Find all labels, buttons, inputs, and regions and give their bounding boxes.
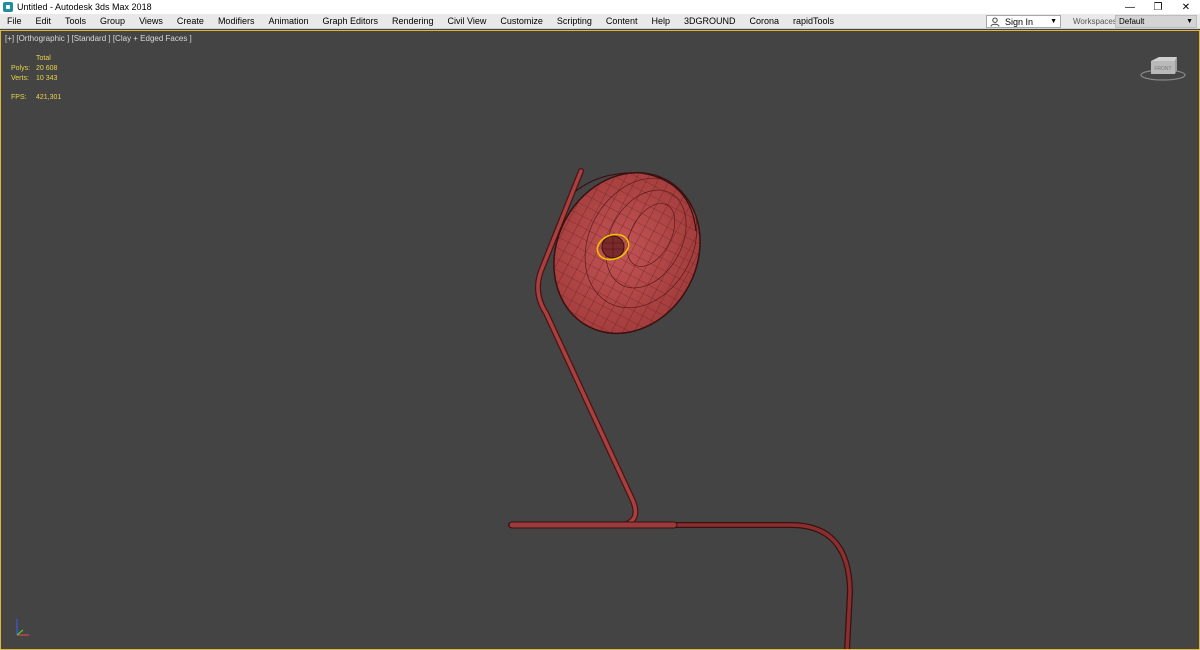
menu-file[interactable]: File [0, 16, 29, 26]
chevron-down-icon: ▼ [1050, 18, 1057, 25]
menu-bar: File Edit Tools Group Views Create Modif… [0, 14, 1200, 29]
lamp-base[interactable] [508, 521, 854, 650]
menu-tools[interactable]: Tools [58, 16, 93, 26]
sign-in-label: Sign In [1005, 16, 1034, 27]
menu-modifiers[interactable]: Modifiers [211, 16, 262, 26]
menu-graph-editors[interactable]: Graph Editors [315, 16, 385, 26]
window-title: Untitled - Autodesk 3ds Max 2018 [17, 2, 152, 12]
sign-in-dropdown[interactable]: Sign In ▼ [986, 15, 1061, 28]
user-icon [990, 16, 1002, 28]
menu-animation[interactable]: Animation [261, 16, 315, 26]
axis-gizmo-icon [11, 615, 35, 639]
menu-content[interactable]: Content [599, 16, 645, 26]
menu-group[interactable]: Group [93, 16, 132, 26]
menu-civil-view[interactable]: Civil View [441, 16, 494, 26]
menu-corona[interactable]: Corona [742, 16, 786, 26]
menu-rapidtools[interactable]: rapidTools [786, 16, 841, 26]
menu-edit[interactable]: Edit [29, 16, 59, 26]
chevron-down-icon: ▼ [1186, 18, 1193, 25]
app-icon [3, 2, 13, 12]
workspaces-value: Default [1119, 17, 1145, 26]
menu-help[interactable]: Help [644, 16, 677, 26]
viewport-orthographic[interactable]: [+] [Orthographic ] [Standard ] [Clay + … [0, 30, 1200, 650]
menu-views[interactable]: Views [132, 16, 170, 26]
workspaces-select[interactable]: Default ▼ [1115, 15, 1197, 28]
scene-canvas[interactable] [1, 31, 1200, 650]
menu-create[interactable]: Create [170, 16, 211, 26]
title-bar: Untitled - Autodesk 3ds Max 2018 — ❐ ✕ [0, 0, 1200, 14]
lamp-shade[interactable] [526, 147, 728, 359]
menu-scripting[interactable]: Scripting [550, 16, 599, 26]
menu-customize[interactable]: Customize [493, 16, 550, 26]
restore-button[interactable]: ❐ [1144, 0, 1172, 14]
close-button[interactable]: ✕ [1172, 0, 1200, 14]
window-controls: — ❐ ✕ [1116, 0, 1200, 14]
menu-rendering[interactable]: Rendering [385, 16, 441, 26]
minimize-button[interactable]: — [1116, 0, 1144, 14]
workspaces-label: Workspaces: [1073, 17, 1120, 26]
menu-3dground[interactable]: 3DGROUND [677, 16, 743, 26]
